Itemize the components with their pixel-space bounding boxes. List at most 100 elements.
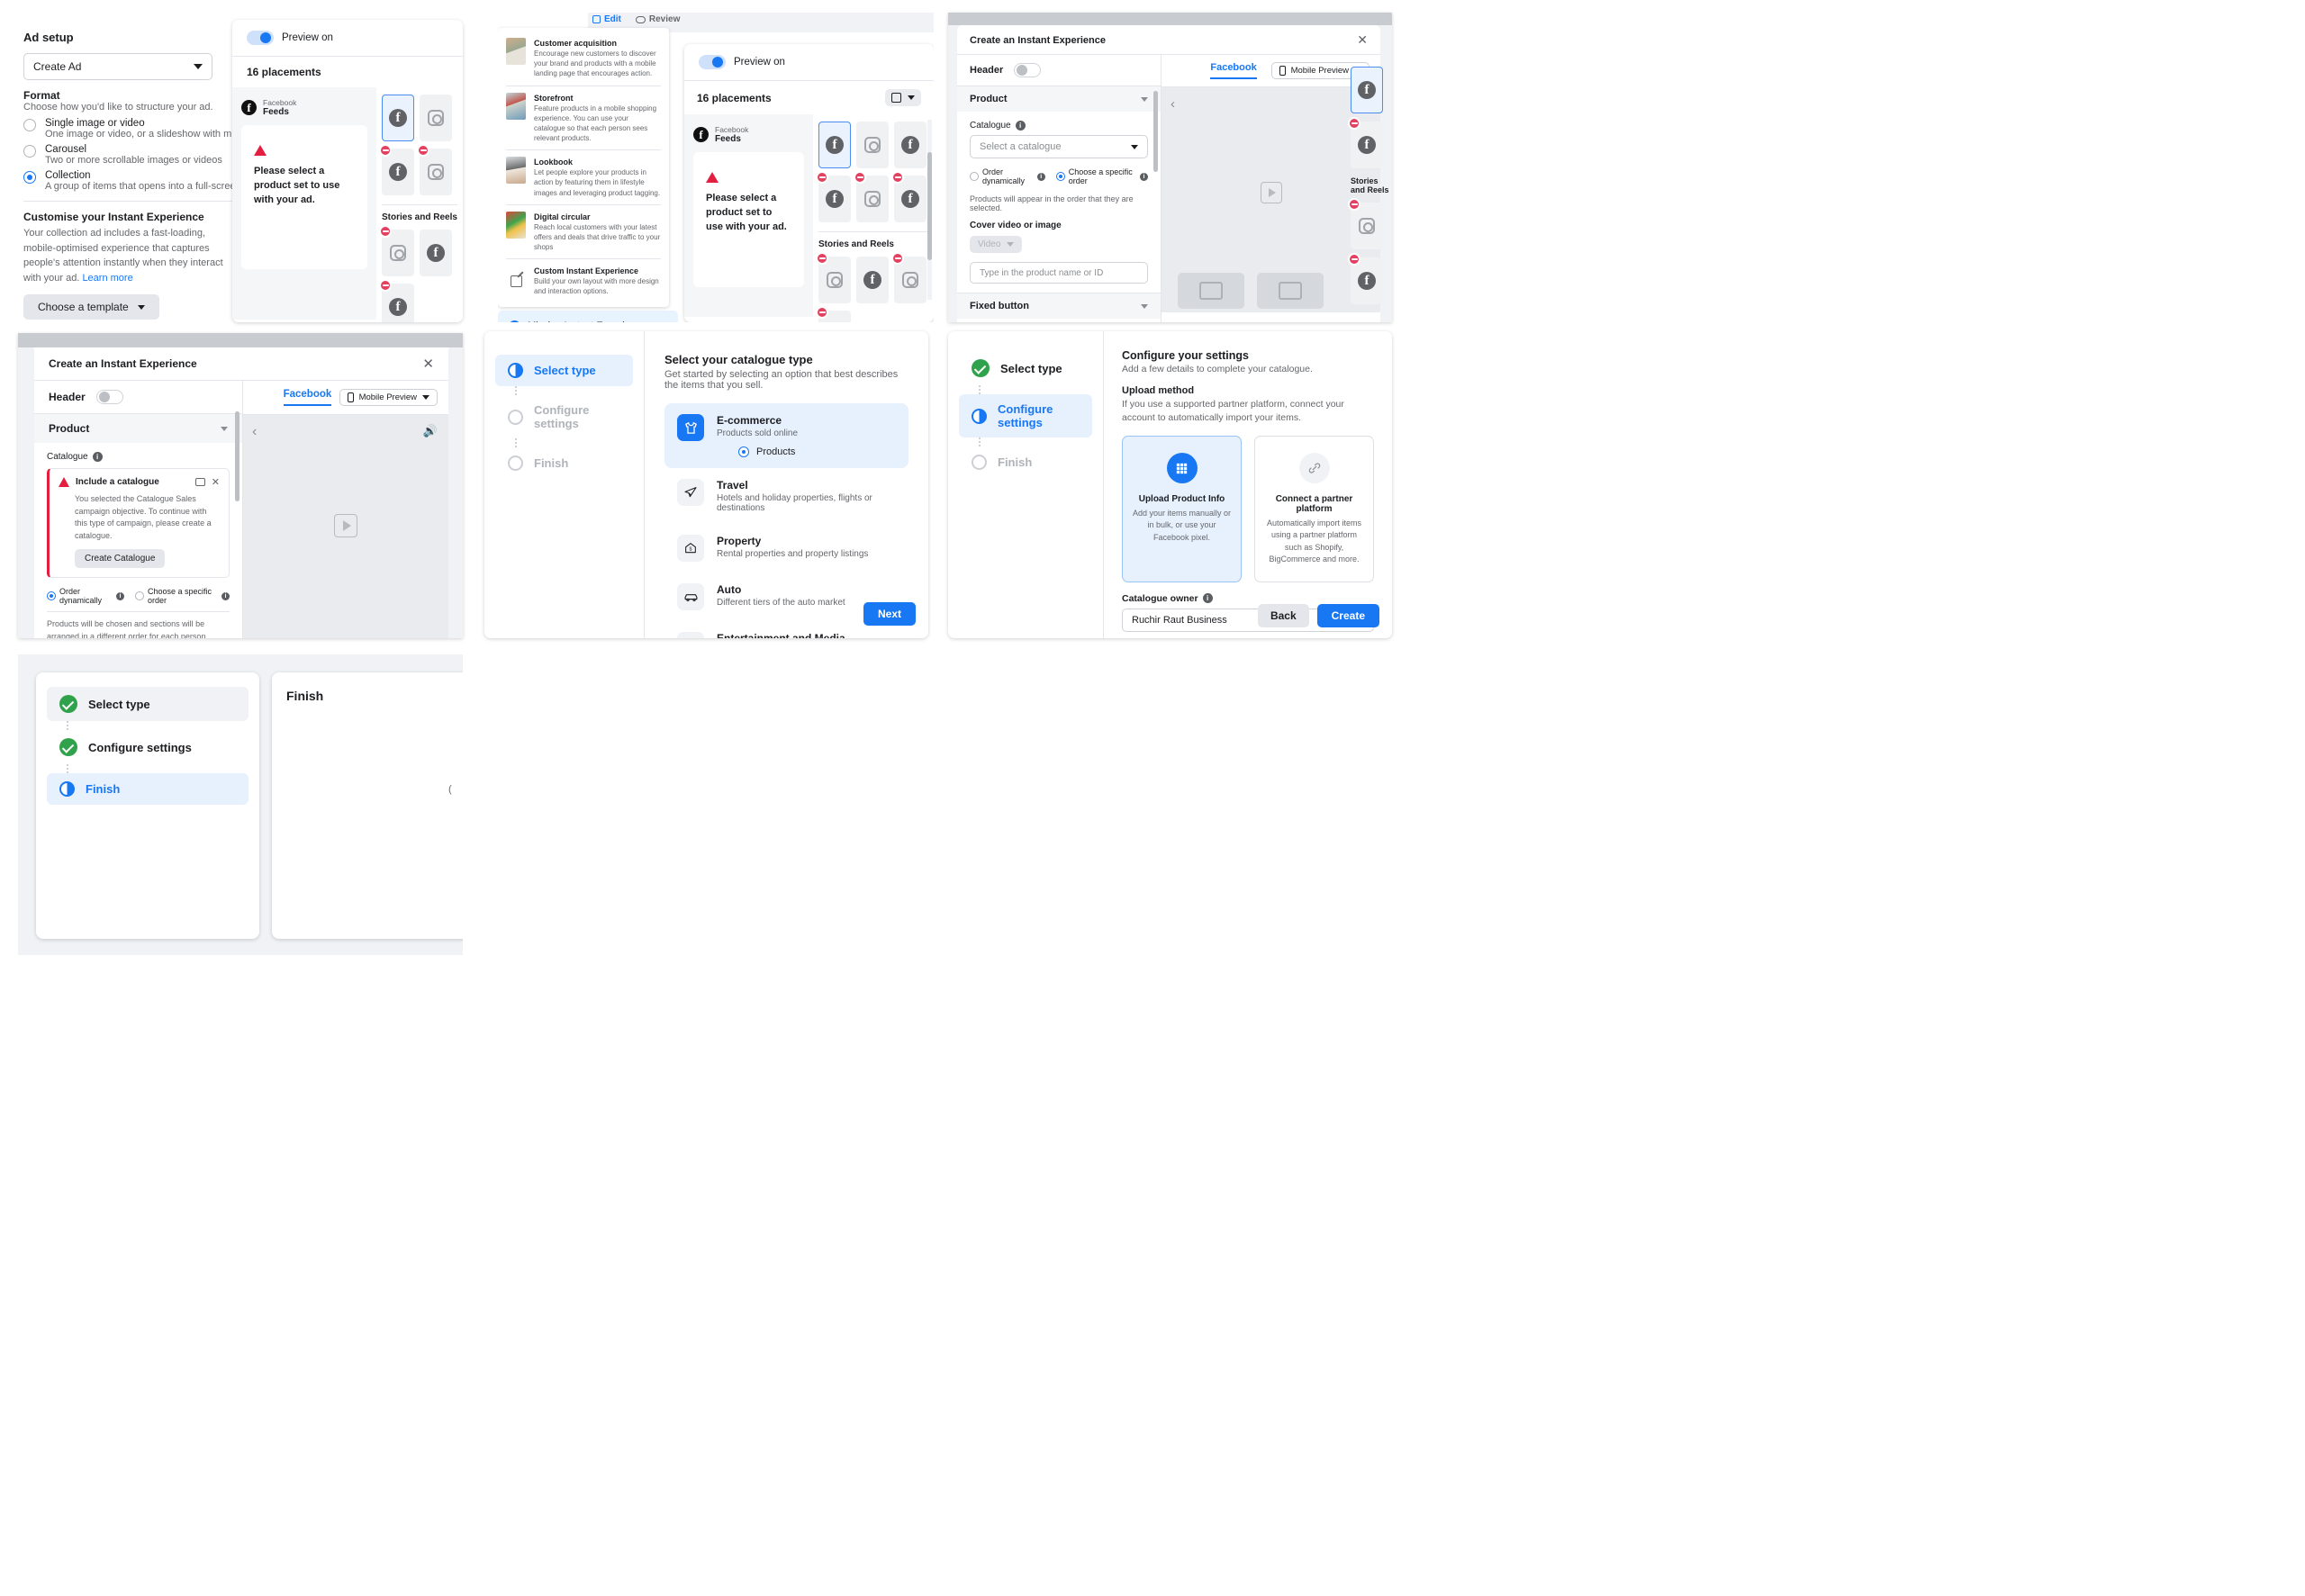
wizard-step-configure-settings[interactable]: Configure settings [959, 394, 1092, 437]
catalogue-type-travel[interactable]: Travel Hotels and holiday properties, fl… [664, 468, 908, 524]
template-menu-item[interactable]: Storefront Feature products in a mobile … [498, 86, 669, 150]
order-dynamically-option[interactable]: Order dynamically i [970, 167, 1045, 185]
play-icon[interactable] [1260, 182, 1282, 203]
wizard-step-finish[interactable]: Finish [959, 446, 1092, 478]
back-button[interactable]: Back [1257, 604, 1309, 627]
placement-tile-facebook-selected[interactable]: f [1351, 67, 1383, 113]
placement-tile-facebook-selected[interactable]: f [382, 95, 414, 141]
radio-collection[interactable] [23, 171, 36, 184]
open-preview-button[interactable] [885, 89, 921, 106]
placement-tile-facebook-reels[interactable]: f [816, 306, 851, 322]
choose-specific-order-option[interactable]: Choose a specific order i [1055, 167, 1148, 185]
placement-tile-instagram[interactable] [420, 95, 452, 141]
chevron-down-icon[interactable] [221, 426, 228, 431]
order-dynamically-option[interactable]: Order dynamically i [47, 587, 124, 605]
info-icon[interactable]: i [1140, 172, 1148, 181]
finish-title: Finish [286, 689, 324, 703]
template-menu-item-custom[interactable]: Custom Instant Experience Build your own… [498, 259, 669, 302]
placement-tile-facebook-stories[interactable]: f [420, 230, 452, 276]
placement-tile-facebook-2[interactable]: f [894, 122, 927, 168]
instagram-icon [428, 110, 444, 126]
create-button[interactable]: Create [1316, 604, 1379, 627]
preview-toggle[interactable] [699, 55, 726, 69]
back-arrow-icon[interactable]: ‹ [1171, 96, 1175, 112]
placement-tile-instagram-stories[interactable] [379, 225, 414, 276]
header-toggle[interactable] [95, 390, 123, 404]
product-search-input[interactable]: Type in the product name or ID [970, 262, 1148, 284]
close-icon[interactable]: ✕ [212, 476, 220, 488]
placement-tile-facebook-disabled[interactable]: f [1348, 117, 1383, 168]
choose-template-button[interactable]: Choose a template [23, 294, 159, 320]
wizard-step-finish[interactable]: Finish [495, 447, 633, 479]
radio-products[interactable] [738, 446, 749, 457]
placement-tile-instagram-disabled[interactable] [854, 171, 889, 222]
template-menu-item[interactable]: Digital circular Reach local customers w… [498, 205, 669, 259]
placement-tile-facebook-reels[interactable]: f [1348, 253, 1383, 304]
radio-choose-specific-order[interactable] [134, 591, 144, 600]
tab-facebook[interactable]: Facebook [1210, 62, 1257, 79]
wizard-step-select-type[interactable]: Select type [495, 355, 633, 386]
tab-facebook[interactable]: Facebook [283, 389, 332, 406]
sound-icon[interactable]: 🔊 [423, 424, 438, 438]
choose-specific-order-option[interactable]: Choose a specific order i [134, 587, 230, 605]
placement-tile-instagram-stories[interactable] [1348, 198, 1383, 249]
placement-tile-instagram[interactable] [856, 122, 889, 168]
mobile-preview-select[interactable]: Mobile Preview [339, 389, 438, 406]
step-label: Configure settings [534, 403, 590, 430]
template-menu-item[interactable]: Customer acquisition Encourage new custo… [498, 32, 669, 86]
suboption-products[interactable]: Products [738, 446, 896, 457]
header-toggle[interactable] [1014, 63, 1042, 77]
info-icon[interactable]: i [1015, 121, 1026, 131]
radio-single-image[interactable] [23, 119, 36, 131]
info-icon[interactable]: i [221, 591, 230, 600]
placement-tile-facebook-disabled[interactable]: f [816, 171, 851, 222]
chevron-down-icon[interactable] [1141, 96, 1148, 102]
tab-review[interactable]: Review [635, 14, 680, 24]
placement-tile-instagram-disabled[interactable] [417, 144, 452, 195]
info-icon[interactable]: i [1202, 593, 1213, 604]
tab-edit[interactable]: Edit [592, 14, 621, 24]
catalogue-type-property[interactable]: $ Property Rental properties and propert… [664, 524, 908, 573]
preview-toggle[interactable] [247, 31, 274, 45]
wizard-step-configure-settings[interactable]: Configure settings [47, 730, 249, 764]
wizard-step-configure-settings[interactable]: Configure settings [495, 395, 633, 438]
placement-tile-instagram-stories[interactable] [816, 252, 851, 303]
chevron-down-icon[interactable] [1141, 303, 1148, 309]
back-arrow-icon[interactable]: ‹ [252, 424, 257, 440]
placement-tile-facebook-disabled-2[interactable]: f [891, 171, 927, 222]
catalogue-type-ecommerce[interactable]: E-commerce Products sold online Products [664, 403, 908, 468]
info-icon[interactable]: i [92, 452, 103, 462]
wizard-step-select-type[interactable]: Select type [47, 687, 249, 721]
modal-scrollbar-thumb[interactable] [1153, 91, 1158, 172]
radio-order-dynamically[interactable] [47, 591, 56, 600]
next-button[interactable]: Next [863, 602, 916, 626]
radio-order-dynamically[interactable] [970, 172, 979, 181]
placement-tile-facebook-selected[interactable]: f [818, 122, 851, 168]
connect-partner-platform-card[interactable]: Connect a partner platform Automatically… [1254, 436, 1374, 582]
info-icon[interactable]: i [115, 591, 124, 600]
placement-tile-facebook-disabled[interactable]: f [379, 144, 414, 195]
preview-scrollbar-thumb[interactable] [927, 152, 932, 260]
wizard-step-finish[interactable]: Finish [47, 773, 249, 805]
wizard-step-select-type[interactable]: Select type [959, 351, 1092, 385]
catalogue-select[interactable]: Select a catalogue [970, 135, 1148, 158]
wizard-title: Select your catalogue type [664, 353, 813, 366]
create-ad-select[interactable]: Create Ad [23, 53, 212, 80]
placement-tile-facebook-reels[interactable]: f [379, 279, 414, 322]
learn-more-link[interactable]: Learn more [82, 273, 132, 284]
play-icon[interactable] [334, 514, 357, 537]
template-menu-item[interactable]: Lookbook Let people explore your product… [498, 150, 669, 204]
cover-video-select[interactable]: Video [970, 236, 1023, 253]
close-icon[interactable]: ✕ [422, 356, 434, 372]
placement-tile-facebook-stories[interactable]: f [856, 257, 889, 303]
modal-scrollbar-thumb[interactable] [235, 411, 240, 501]
close-icon[interactable]: ✕ [1357, 32, 1368, 48]
create-catalogue-button[interactable]: Create Catalogue [75, 549, 166, 568]
feedback-icon[interactable] [194, 478, 205, 486]
create-catalogue-label: Create Catalogue [85, 554, 156, 564]
radio-carousel[interactable] [23, 145, 36, 158]
upload-product-info-card[interactable]: Upload Product Info Add your items manua… [1122, 436, 1242, 582]
info-icon[interactable]: i [1036, 172, 1045, 181]
radio-choose-specific-order[interactable] [1055, 172, 1065, 181]
placement-tile-instagram-reels[interactable] [891, 252, 927, 303]
